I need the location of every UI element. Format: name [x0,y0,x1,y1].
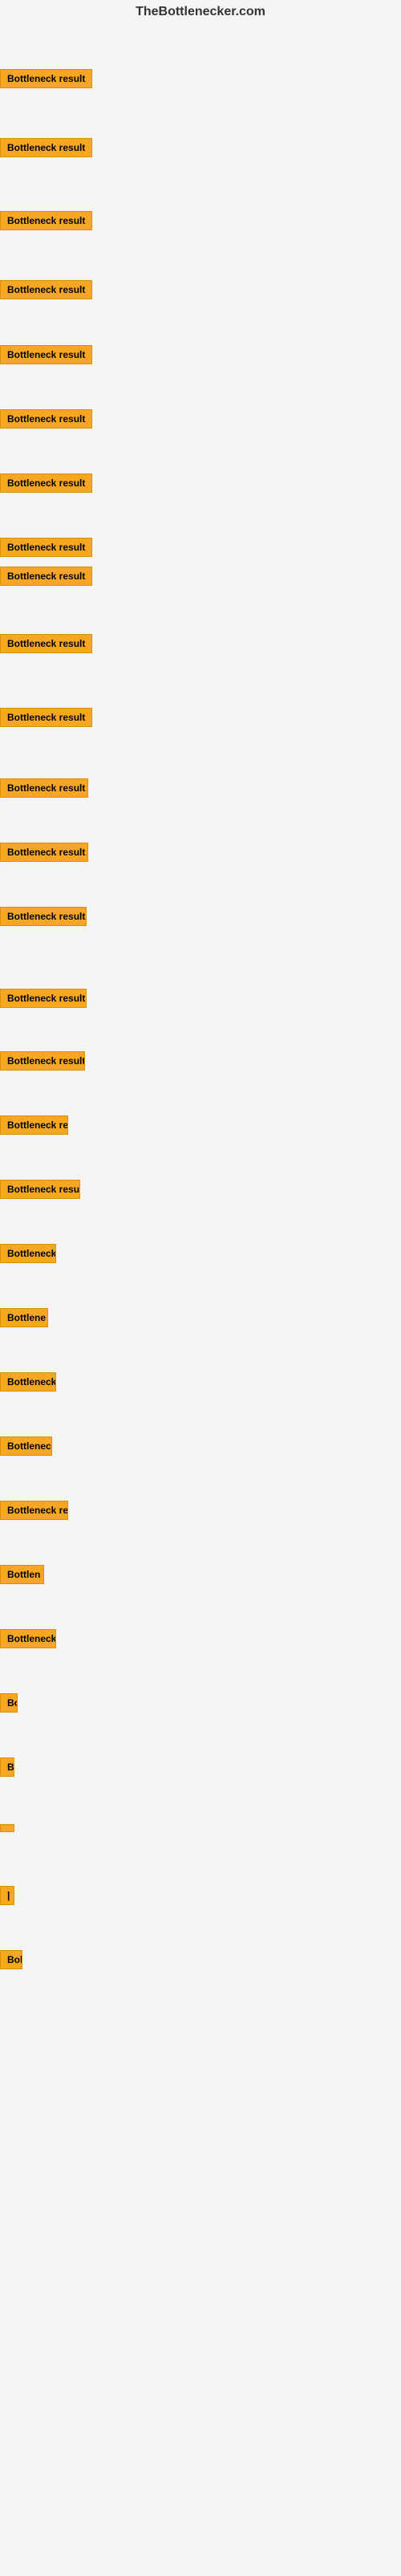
bottleneck-item: Bottleneck result [0,211,92,234]
bottleneck-item: Bottleneck result [0,538,92,561]
bottleneck-item: Bottleneck result [0,989,87,1012]
bottleneck-item: Bottleneck result [0,138,92,161]
bottleneck-item: Bottleneck re [0,1501,68,1524]
bottleneck-badge: Bottleneck re [0,1115,68,1135]
bottleneck-badge [0,1824,14,1832]
bottleneck-item: Bottlen [0,1565,44,1588]
bottleneck-item: Bottleneck [0,1244,56,1267]
bottleneck-badge: Bottleneck result [0,907,87,926]
bottleneck-badge: Bottlene [0,1308,48,1327]
bottleneck-badge: Bolt [0,1950,22,1969]
bottleneck-item: B [0,1757,14,1781]
bottleneck-badge: | [0,1886,14,1905]
bottleneck-item: Bottleneck re [0,1115,68,1139]
bottleneck-badge: Bottleneck result [0,1051,85,1071]
bottleneck-item: Bottleneck [0,1629,56,1652]
bottleneck-item: Bottleneck result [0,409,92,433]
bottleneck-item: Bolt [0,1950,22,1973]
bottleneck-item: Bottleneck [0,1372,56,1396]
bottleneck-badge: Bottleneck result [0,138,92,157]
bottleneck-badge: Bottleneck [0,1629,56,1648]
bottleneck-item: Bottleneck result [0,345,92,368]
site-title: TheBottlenecker.com [0,0,401,24]
bottleneck-badge: Bottleneck result [0,634,92,653]
bottleneck-item: Bottleneck result [0,1051,85,1075]
bottleneck-badge: Bottleneck result [0,211,92,230]
bottleneck-item: Bottleneck result [0,843,88,866]
bottleneck-badge: Bottleneck result [0,345,92,364]
bottleneck-item: Bottleneck resul [0,1180,80,1203]
bottleneck-item: Bottlenec [0,1436,52,1460]
bottleneck-badge: Bottleneck result [0,567,92,586]
bottleneck-item: | [0,1886,14,1909]
bottleneck-badge: Bottleneck result [0,280,92,299]
bottleneck-item: Bottlene [0,1308,48,1331]
bottleneck-badge: Bottleneck result [0,538,92,557]
bottleneck-item: Bo [0,1693,18,1717]
bottleneck-badge: Bottleneck result [0,989,87,1008]
bottleneck-item: Bottleneck result [0,907,87,930]
bottleneck-badge: Bottlenec [0,1436,52,1456]
bottleneck-badge: Bottleneck result [0,69,92,88]
bottleneck-badge: Bottleneck [0,1372,56,1392]
bottleneck-badge: Bo [0,1693,18,1713]
bottleneck-item: Bottleneck result [0,567,92,590]
bottleneck-badge: Bottleneck result [0,473,92,493]
bottleneck-item: Bottleneck result [0,280,92,303]
bottleneck-item: Bottleneck result [0,473,92,497]
bottleneck-item [0,1822,14,1836]
bottleneck-badge: B [0,1757,14,1777]
bottleneck-item: Bottleneck result [0,634,92,657]
bottleneck-badge: Bottleneck result [0,843,88,862]
bottleneck-badge: Bottlen [0,1565,44,1584]
bottleneck-badge: Bottleneck re [0,1501,68,1520]
bottleneck-badge: Bottleneck resul [0,1180,80,1199]
bottleneck-item: Bottleneck result [0,69,92,92]
bottleneck-item: Bottleneck result [0,708,92,731]
bottleneck-badge: Bottleneck result [0,778,88,798]
bottleneck-badge: Bottleneck result [0,409,92,429]
bottleneck-badge: Bottleneck result [0,708,92,727]
bottleneck-item: Bottleneck result [0,778,88,802]
bottleneck-badge: Bottleneck [0,1244,56,1263]
